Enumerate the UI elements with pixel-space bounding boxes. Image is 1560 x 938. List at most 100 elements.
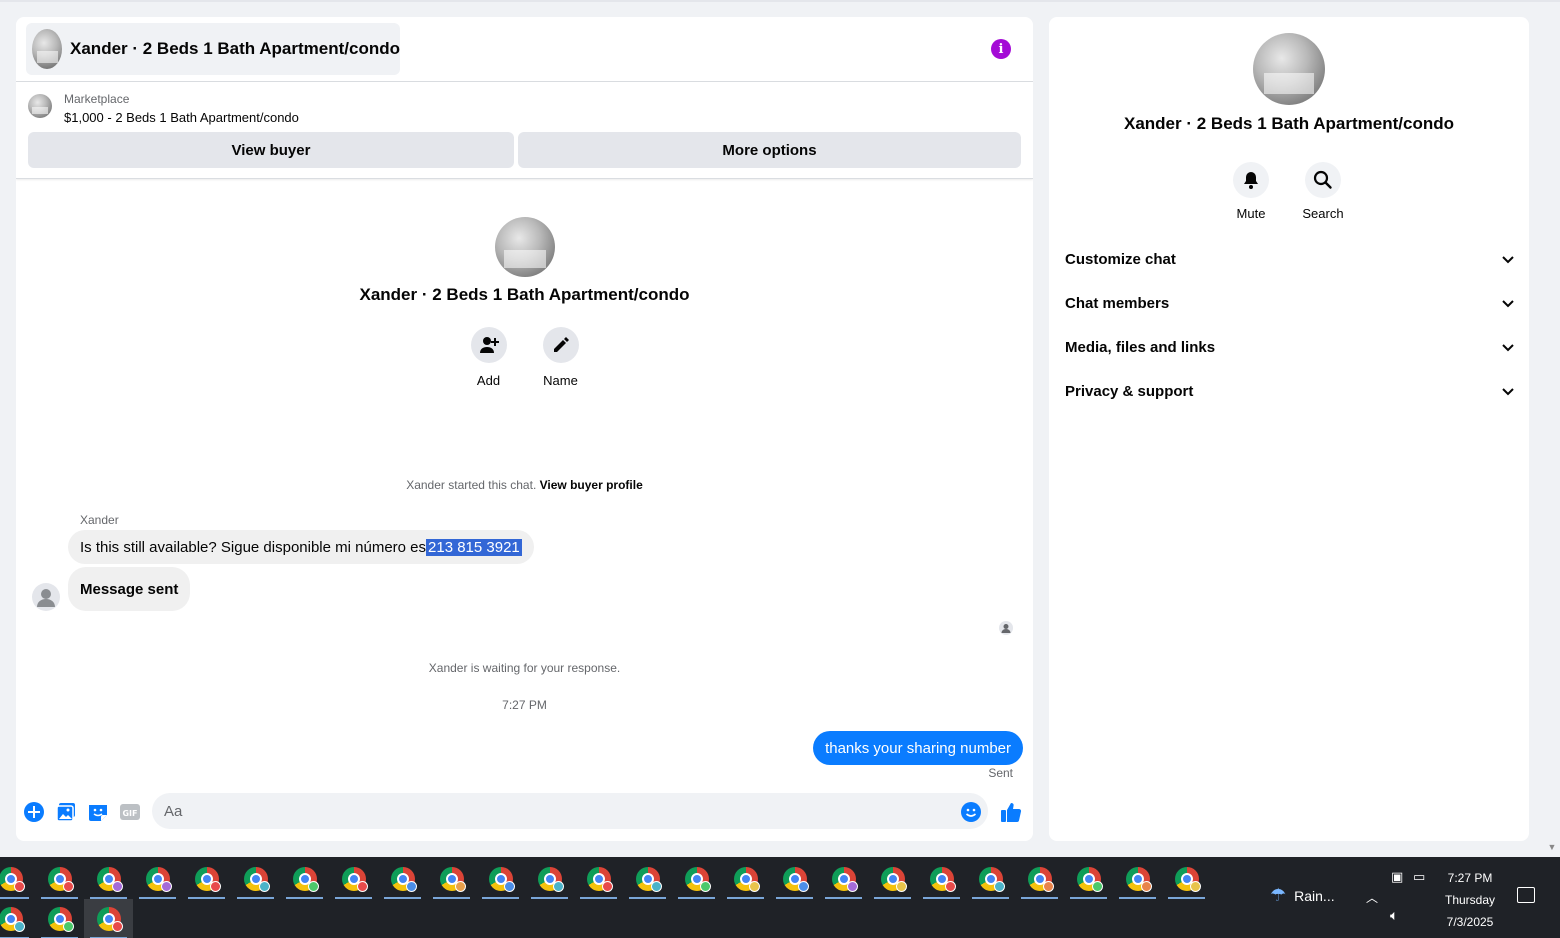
highlighted-phone: 213 815 3921 [426,538,522,556]
mute-button[interactable]: Mute [1221,162,1281,221]
bell-icon [1233,162,1269,198]
message-text: Is this still available? Sigue disponibl… [80,538,427,556]
chrome-taskbar-icon[interactable] [35,859,84,899]
running-indicator [335,897,372,899]
chat-panel: Xander · 2 Beds 1 Bath Apartment/condo i… [16,17,1033,841]
incoming-message[interactable]: Is this still available? Sigue disponibl… [68,530,534,564]
chrome-taskbar-icon[interactable] [182,859,231,899]
scroll-down-arrow[interactable]: ▼ [1546,842,1558,852]
chrome-taskbar-icon[interactable] [0,859,35,899]
chat-header: Xander · 2 Beds 1 Bath Apartment/condo i [16,17,1033,82]
taskbar-row-1 [0,859,1211,899]
chrome-taskbar-icon[interactable] [1064,859,1113,899]
sender-avatar[interactable] [32,583,60,611]
section-chat-members[interactable]: Chat members [1065,281,1515,325]
section-privacy-support[interactable]: Privacy & support [1065,369,1515,413]
chrome-taskbar-icon[interactable] [84,859,133,899]
sticker-icon[interactable] [87,801,109,823]
clock-time: 7:27 PM [1447,871,1493,885]
volume-icon[interactable]: 🔈︎ [1390,907,1398,924]
svg-text:GIF: GIF [122,809,137,818]
listing-source: Marketplace [64,92,130,106]
system-clock[interactable]: 7:27 PM Thursday 7/3/2025 [1440,867,1500,933]
meet-now-icon[interactable]: ▣ [1391,869,1403,885]
chrome-taskbar-icon[interactable] [574,859,623,899]
profile-badge-icon [749,881,760,892]
message-input[interactable] [152,793,988,829]
chat-title-button[interactable]: Xander · 2 Beds 1 Bath Apartment/condo [26,23,400,75]
add-person-icon [470,327,507,363]
name-button[interactable]: Name [542,327,579,388]
photo-icon[interactable] [55,801,77,823]
incoming-message[interactable]: Message sent [68,567,191,611]
chrome-taskbar-icon[interactable] [476,859,525,899]
plus-circle-icon[interactable] [23,801,45,823]
outgoing-message[interactable]: thanks your sharing number [813,731,1023,765]
info-avatar[interactable] [1253,33,1325,105]
chrome-taskbar-icon[interactable] [35,899,84,938]
windows-taskbar: ☂ Rain... ︿ ▣ ▭ 🔈︎ 7:27 PM Thursday 7/3/… [0,857,1560,938]
profile-name: Xander · 2 Beds 1 Bath Apartment/condo [359,285,690,304]
chrome-taskbar-icon[interactable] [84,899,133,938]
chrome-taskbar-icon[interactable] [672,859,721,899]
section-label: Customize chat [1065,250,1176,268]
section-media-files-links[interactable]: Media, files and links [1065,325,1515,369]
name-label: Name [543,373,578,388]
window-top-border [0,0,1560,2]
profile-badge-icon [63,881,74,892]
chrome-taskbar-icon[interactable] [378,859,427,899]
chrome-taskbar-icon[interactable] [231,859,280,899]
chevron-up-icon[interactable]: ︿ [1366,889,1378,906]
running-indicator [580,897,617,899]
chrome-taskbar-icon[interactable] [427,859,476,899]
running-indicator [188,897,225,899]
add-people-button[interactable]: Add [470,327,507,388]
chrome-taskbar-icon[interactable] [917,859,966,899]
running-indicator [972,897,1009,899]
chrome-taskbar-icon[interactable] [1015,859,1064,899]
listing-thumbnail[interactable] [28,94,52,118]
profile-badge-icon [602,881,613,892]
chrome-taskbar-icon[interactable] [1162,859,1211,899]
network-icon[interactable]: ▭ [1413,869,1425,885]
chrome-taskbar-icon[interactable] [819,859,868,899]
running-indicator [531,897,568,899]
view-buyer-profile-link[interactable]: View buyer profile [540,478,643,492]
chrome-taskbar-icon[interactable] [868,859,917,899]
notification-icon[interactable] [1517,887,1535,903]
profile-avatar[interactable] [494,217,555,277]
profile-badge-icon [63,921,74,932]
profile-badge-icon [700,881,711,892]
running-indicator [139,897,176,899]
section-label: Privacy & support [1065,382,1194,400]
info-icon[interactable]: i [991,39,1011,59]
listing-price-title[interactable]: $1,000 - 2 Beds 1 Bath Apartment/condo [64,110,299,125]
chrome-taskbar-icon[interactable] [525,859,574,899]
profile-badge-icon [259,881,270,892]
chrome-taskbar-icon[interactable] [770,859,819,899]
chrome-taskbar-icon[interactable] [0,899,35,938]
running-indicator [825,897,862,899]
search-button[interactable]: Search [1293,162,1353,221]
section-label: Media, files and links [1065,338,1216,356]
chrome-taskbar-icon[interactable] [133,859,182,899]
weather-widget[interactable]: ☂ Rain... [1270,885,1335,906]
gif-icon[interactable]: GIF [119,801,141,823]
running-indicator [629,897,666,899]
more-options-button[interactable]: More options [518,132,1021,168]
chevron-down-icon [1502,344,1514,352]
thumbs-up-icon[interactable] [1000,801,1022,823]
emoji-icon[interactable] [960,801,982,823]
add-label: Add [476,373,501,388]
view-buyer-button[interactable]: View buyer [28,132,514,168]
chrome-taskbar-icon[interactable] [329,859,378,899]
profile-badge-icon [308,881,319,892]
chevron-down-icon [1502,256,1514,264]
chrome-taskbar-icon[interactable] [623,859,672,899]
chrome-taskbar-icon[interactable] [721,859,770,899]
clock-day: Thursday [1444,893,1496,907]
section-customize-chat[interactable]: Customize chat [1065,237,1515,281]
chrome-taskbar-icon[interactable] [1113,859,1162,899]
chrome-taskbar-icon[interactable] [280,859,329,899]
chrome-taskbar-icon[interactable] [966,859,1015,899]
